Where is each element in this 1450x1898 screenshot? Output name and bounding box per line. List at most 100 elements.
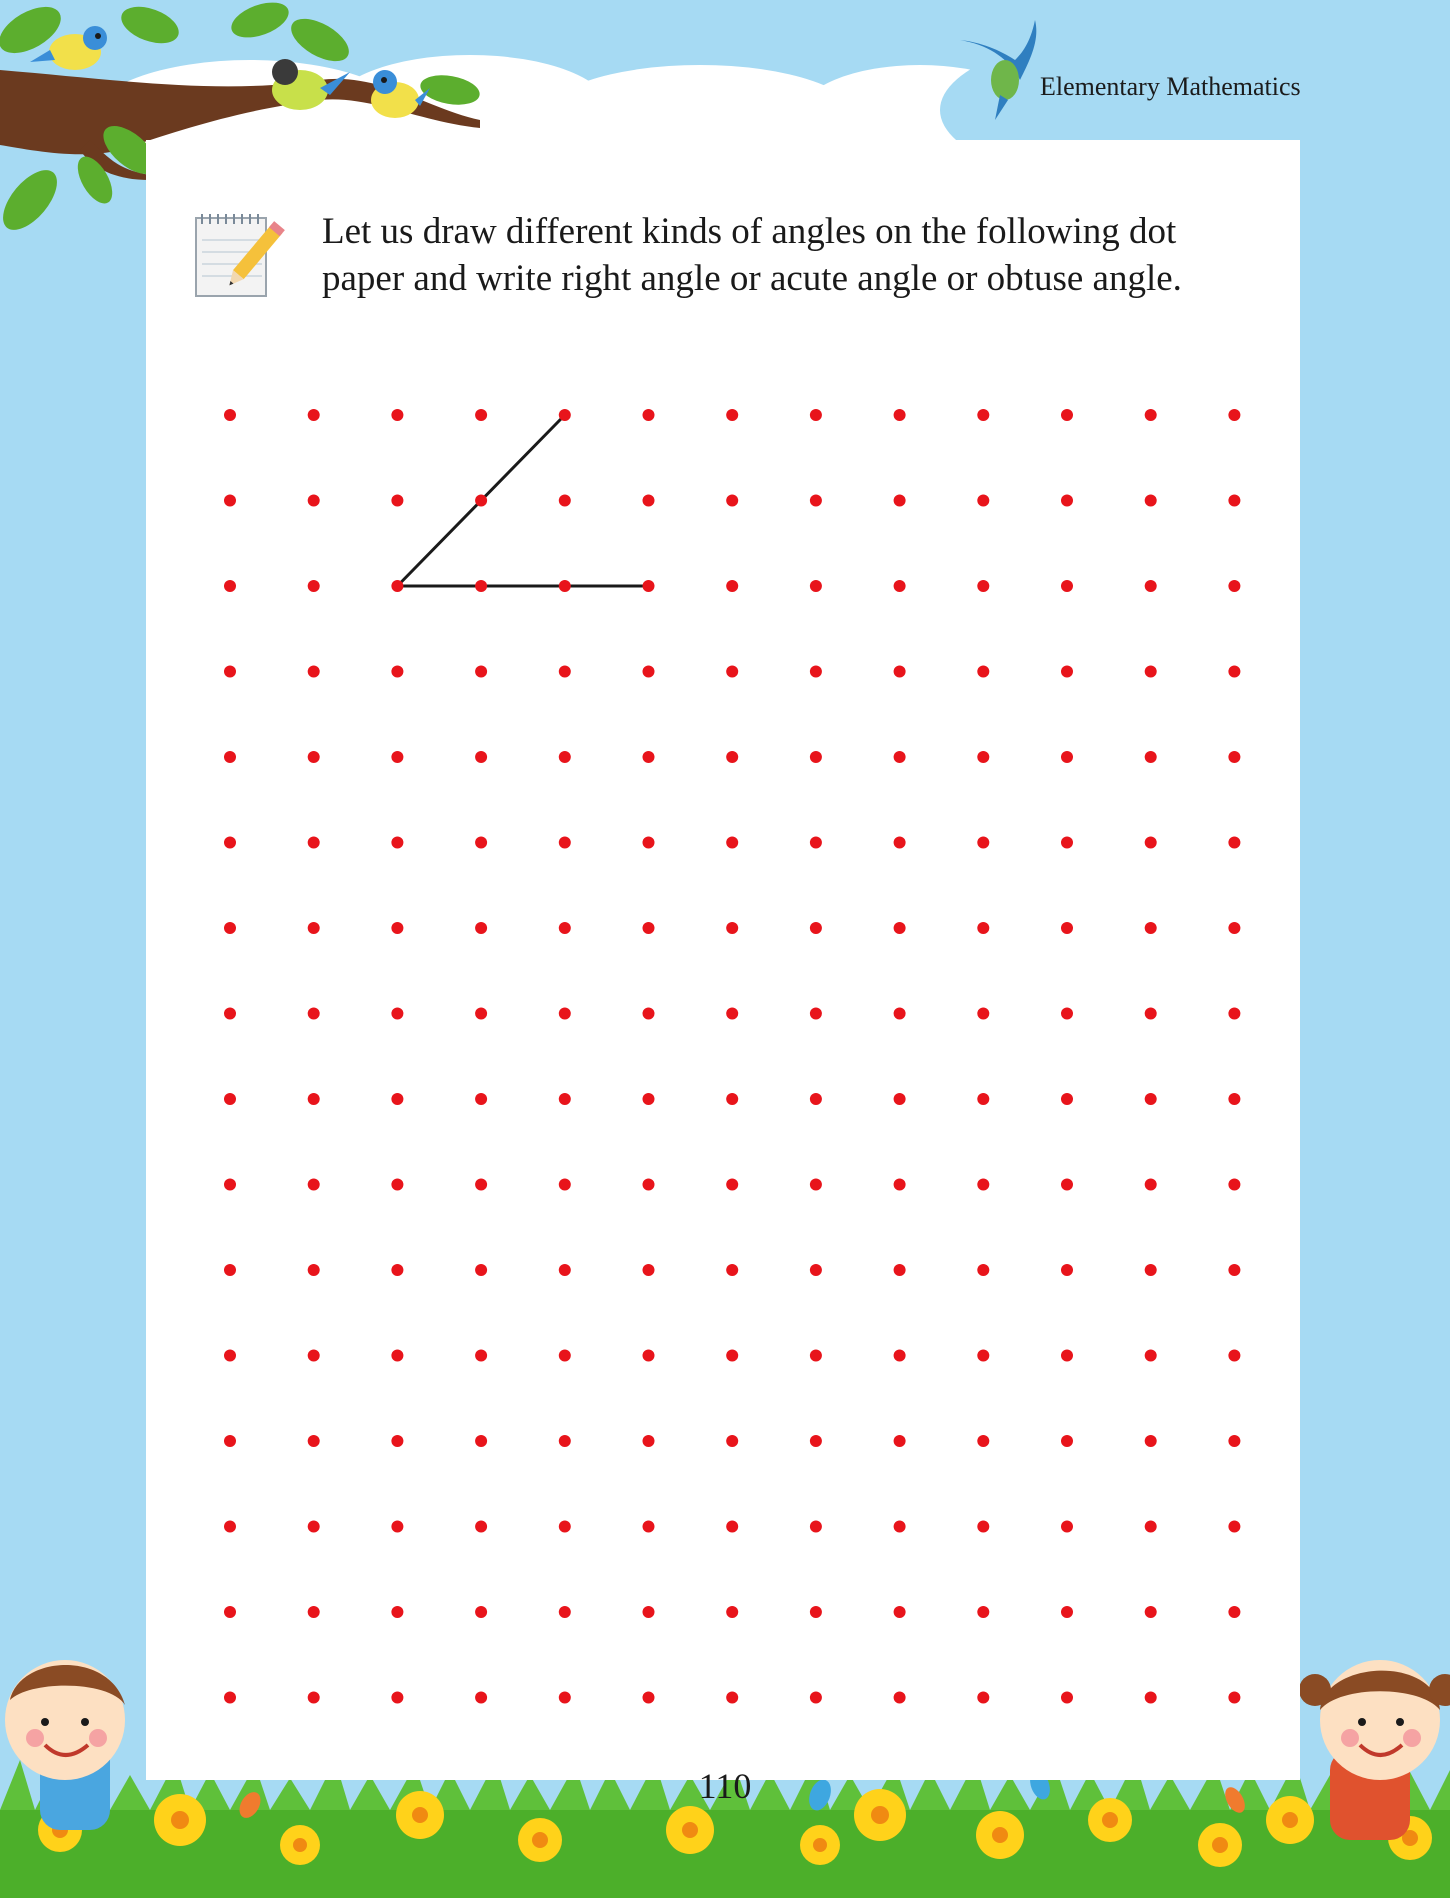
grid-dot[interactable]: [1061, 580, 1073, 592]
grid-dot[interactable]: [307, 922, 320, 934]
grid-dot[interactable]: [642, 1349, 655, 1362]
grid-dot[interactable]: [893, 1349, 906, 1362]
grid-dot[interactable]: [726, 1264, 739, 1276]
grid-dot[interactable]: [391, 1435, 404, 1447]
grid-dot[interactable]: [809, 409, 822, 421]
grid-dot[interactable]: [977, 1264, 990, 1276]
grid-dot[interactable]: [809, 836, 822, 849]
grid-dot[interactable]: [307, 1691, 320, 1704]
grid-dot[interactable]: [1228, 1093, 1241, 1105]
grid-dot[interactable]: [391, 1093, 404, 1105]
grid-dot[interactable]: [1061, 1007, 1073, 1020]
grid-dot[interactable]: [893, 1691, 906, 1704]
grid-dot[interactable]: [977, 1691, 990, 1704]
grid-dot[interactable]: [307, 409, 320, 421]
grid-dot[interactable]: [1061, 1093, 1073, 1105]
grid-dot[interactable]: [307, 1264, 320, 1276]
grid-dot[interactable]: [224, 1178, 236, 1191]
grid-dot[interactable]: [726, 409, 739, 421]
grid-dot[interactable]: [893, 409, 906, 421]
grid-dot[interactable]: [893, 1178, 906, 1191]
grid-dot[interactable]: [475, 1606, 488, 1618]
grid-dot[interactable]: [642, 922, 655, 934]
grid-dot[interactable]: [1061, 1606, 1073, 1618]
grid-dot[interactable]: [726, 1349, 739, 1362]
grid-dot[interactable]: [224, 494, 236, 507]
grid-dot[interactable]: [977, 1606, 990, 1618]
grid-dot[interactable]: [307, 1349, 320, 1362]
grid-dot[interactable]: [809, 1093, 822, 1105]
grid-dot[interactable]: [558, 409, 571, 421]
grid-dot[interactable]: [1061, 922, 1073, 934]
grid-dot[interactable]: [726, 836, 739, 849]
grid-dot[interactable]: [558, 922, 571, 934]
grid-dot[interactable]: [1144, 922, 1157, 934]
grid-dot[interactable]: [893, 1007, 906, 1020]
grid-dot[interactable]: [809, 751, 822, 763]
grid-dot[interactable]: [558, 1349, 571, 1362]
grid-dot[interactable]: [1061, 1264, 1073, 1276]
grid-dot[interactable]: [1061, 1349, 1073, 1362]
grid-dot[interactable]: [224, 665, 236, 678]
grid-dot[interactable]: [726, 1691, 739, 1704]
grid-dot[interactable]: [642, 580, 655, 592]
grid-dot[interactable]: [893, 1435, 906, 1447]
grid-dot[interactable]: [1144, 1691, 1157, 1704]
grid-dot[interactable]: [977, 409, 990, 421]
grid-dot[interactable]: [726, 751, 739, 763]
grid-dot[interactable]: [809, 1520, 822, 1533]
grid-dot[interactable]: [977, 751, 990, 763]
grid-dot[interactable]: [893, 922, 906, 934]
grid-dot[interactable]: [1228, 836, 1241, 849]
grid-dot[interactable]: [893, 1606, 906, 1618]
grid-dot[interactable]: [224, 580, 236, 592]
grid-dot[interactable]: [558, 1435, 571, 1447]
grid-dot[interactable]: [1144, 1606, 1157, 1618]
grid-dot[interactable]: [558, 1520, 571, 1533]
grid-dot[interactable]: [1061, 665, 1073, 678]
grid-dot[interactable]: [558, 1093, 571, 1105]
grid-dot[interactable]: [726, 1520, 739, 1533]
grid-dot[interactable]: [391, 1178, 404, 1191]
grid-dot[interactable]: [475, 751, 488, 763]
grid-dot[interactable]: [1144, 580, 1157, 592]
grid-dot[interactable]: [642, 1606, 655, 1618]
grid-dot[interactable]: [726, 1435, 739, 1447]
grid-dot[interactable]: [307, 836, 320, 849]
grid-dot[interactable]: [475, 1349, 488, 1362]
grid-dot[interactable]: [642, 409, 655, 421]
grid-dot[interactable]: [224, 836, 236, 849]
grid-dot[interactable]: [977, 1349, 990, 1362]
grid-dot[interactable]: [1144, 1007, 1157, 1020]
grid-dot[interactable]: [809, 1606, 822, 1618]
grid-dot[interactable]: [1144, 1349, 1157, 1362]
grid-dot[interactable]: [224, 1349, 236, 1362]
grid-dot[interactable]: [642, 1093, 655, 1105]
grid-dot[interactable]: [977, 494, 990, 507]
grid-dot[interactable]: [977, 1435, 990, 1447]
grid-dot[interactable]: [809, 1349, 822, 1362]
grid-dot[interactable]: [1144, 409, 1157, 421]
grid-dot[interactable]: [977, 1520, 990, 1533]
grid-dot[interactable]: [893, 580, 906, 592]
grid-dot[interactable]: [391, 1349, 404, 1362]
grid-dot[interactable]: [1061, 1435, 1073, 1447]
grid-dot[interactable]: [558, 1606, 571, 1618]
grid-dot[interactable]: [642, 1435, 655, 1447]
grid-dot[interactable]: [726, 922, 739, 934]
grid-dot[interactable]: [307, 1520, 320, 1533]
grid-dot[interactable]: [893, 1520, 906, 1533]
grid-dot[interactable]: [391, 836, 404, 849]
grid-dot[interactable]: [475, 1264, 488, 1276]
grid-dot[interactable]: [1228, 1606, 1241, 1618]
grid-dot[interactable]: [391, 1606, 404, 1618]
grid-dot[interactable]: [726, 494, 739, 507]
grid-dot[interactable]: [307, 1093, 320, 1105]
grid-dot[interactable]: [558, 1691, 571, 1704]
grid-dot[interactable]: [475, 1093, 488, 1105]
grid-dot[interactable]: [1228, 580, 1241, 592]
grid-dot[interactable]: [224, 1264, 236, 1276]
grid-dot[interactable]: [809, 1264, 822, 1276]
grid-dot[interactable]: [809, 922, 822, 934]
grid-dot[interactable]: [977, 1178, 990, 1191]
